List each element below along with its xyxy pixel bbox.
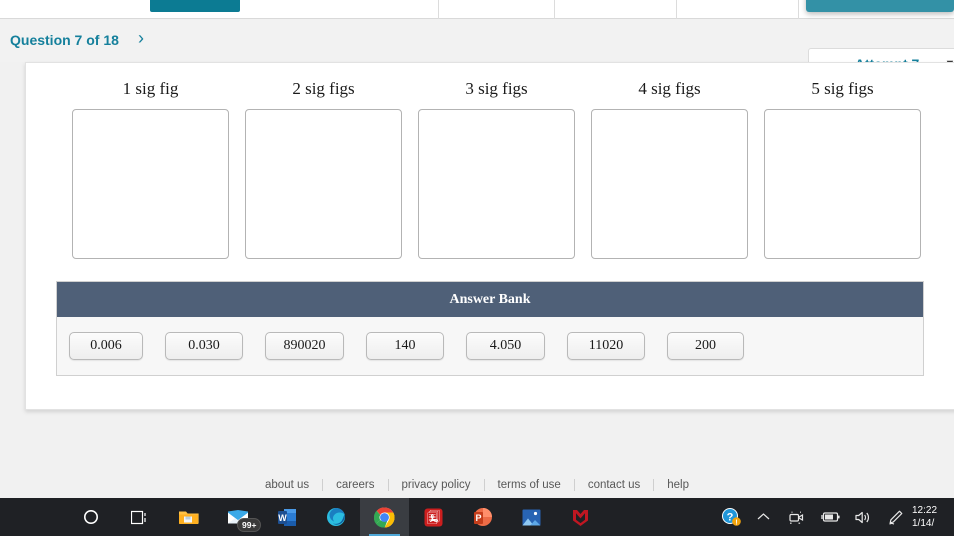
taskbar-clock[interactable]: 12:22 1/14/	[912, 498, 954, 536]
drop-zone-title: 3 sig figs	[465, 79, 528, 98]
answer-bank-body: 0.006 0.030 890020 140 4.050 11020 200	[57, 317, 923, 375]
toolbar-cell-2[interactable]	[554, 0, 676, 19]
drop-zone-title: 1 sig fig	[122, 79, 179, 98]
toolbar-cell-1[interactable]	[438, 0, 554, 19]
drop-zone-box-1[interactable]	[72, 109, 229, 259]
edge-icon[interactable]	[311, 498, 360, 536]
toolbar-action-button[interactable]	[806, 0, 954, 12]
camera-privacy-icon[interactable]	[780, 498, 813, 536]
mail-icon[interactable]: 99+	[213, 498, 262, 536]
photos-icon[interactable]	[507, 498, 556, 536]
volume-icon[interactable]	[846, 498, 879, 536]
answer-tile[interactable]: 200	[667, 332, 744, 360]
drop-zone-column: 5 sig figs	[756, 79, 929, 289]
footer-link-contact-us[interactable]: contact us	[575, 479, 655, 491]
task-view-icon[interactable]	[115, 498, 164, 536]
drop-zone-box-3[interactable]	[418, 109, 575, 259]
drop-zone-title: 4 sig figs	[638, 79, 701, 98]
drop-zone-column: 2 sig figs	[237, 79, 410, 289]
file-explorer-icon[interactable]	[164, 498, 213, 536]
svg-text:W: W	[278, 513, 287, 523]
question-nav-bar: Question 7 of 18 › Attempt 7 ▼	[0, 20, 954, 80]
svg-text:!: !	[735, 520, 737, 527]
svg-text:P: P	[475, 513, 481, 523]
drop-zone-column: 4 sig figs	[583, 79, 756, 289]
answer-tile[interactable]: 0.030	[165, 332, 243, 360]
word-icon[interactable]: W	[262, 498, 311, 536]
help-icon[interactable]: ? !	[714, 498, 747, 536]
footer-links: about us careers privacy policy terms of…	[0, 470, 954, 500]
drop-zone-title: 2 sig figs	[292, 79, 355, 98]
drop-zone-row: 1 sig fig 2 sig figs 3 sig figs 4 sig fi…	[64, 79, 954, 289]
answer-bank: Answer Bank 0.006 0.030 890020 140 4.050…	[56, 281, 924, 376]
drop-zone-box-2[interactable]	[245, 109, 402, 259]
battery-charging-icon[interactable]	[813, 498, 846, 536]
toolbar-primary-button[interactable]	[150, 0, 240, 12]
footer-link-privacy-policy[interactable]: privacy policy	[389, 479, 485, 491]
system-tray: ? ! 12:22 1/14/	[714, 498, 954, 536]
drop-zone-title: 5 sig figs	[811, 79, 874, 98]
powerpoint-icon[interactable]: P	[458, 498, 507, 536]
drop-zone-column: 3 sig figs	[410, 79, 583, 289]
acrobat-icon[interactable]: 🗐	[409, 498, 458, 536]
answer-tile[interactable]: 4.050	[466, 332, 545, 360]
answer-bank-header: Answer Bank	[57, 282, 923, 317]
footer-link-help[interactable]: help	[654, 479, 702, 491]
drop-zone-box-5[interactable]	[764, 109, 921, 259]
taskbar-app-icons: 99+ W 🗐 P	[66, 498, 605, 536]
mail-unread-badge: 99+	[237, 518, 262, 532]
windows-taskbar: 99+ W 🗐 P ? ! 12:22 1/14/	[0, 498, 954, 536]
chevron-right-icon[interactable]: ›	[138, 29, 144, 47]
answer-tile[interactable]: 0.006	[69, 332, 143, 360]
answer-tile[interactable]: 890020	[265, 332, 344, 360]
answer-tile[interactable]: 140	[366, 332, 444, 360]
pen-workspace-icon[interactable]	[879, 498, 912, 536]
clock-date: 1/14/	[912, 518, 935, 529]
answer-tile[interactable]: 11020	[567, 332, 645, 360]
footer-link-about-us[interactable]: about us	[252, 479, 324, 491]
cortana-icon[interactable]	[66, 498, 115, 536]
chevron-up-icon[interactable]	[747, 498, 780, 536]
answer-bank-title: Answer Bank	[449, 291, 531, 307]
chrome-icon[interactable]	[360, 498, 409, 536]
question-card: 1 sig fig 2 sig figs 3 sig figs 4 sig fi…	[25, 62, 954, 410]
drop-zone-column: 1 sig fig	[64, 79, 237, 289]
drop-zone-box-4[interactable]	[591, 109, 748, 259]
mcafee-icon[interactable]	[556, 498, 605, 536]
toolbar-cell-3[interactable]	[676, 0, 798, 19]
footer-link-careers[interactable]: careers	[323, 479, 389, 491]
question-counter: Question 7 of 18	[10, 32, 119, 48]
clock-time: 12:22	[912, 505, 938, 516]
app-toolbar	[0, 0, 954, 19]
footer-link-terms-of-use[interactable]: terms of use	[485, 479, 575, 491]
